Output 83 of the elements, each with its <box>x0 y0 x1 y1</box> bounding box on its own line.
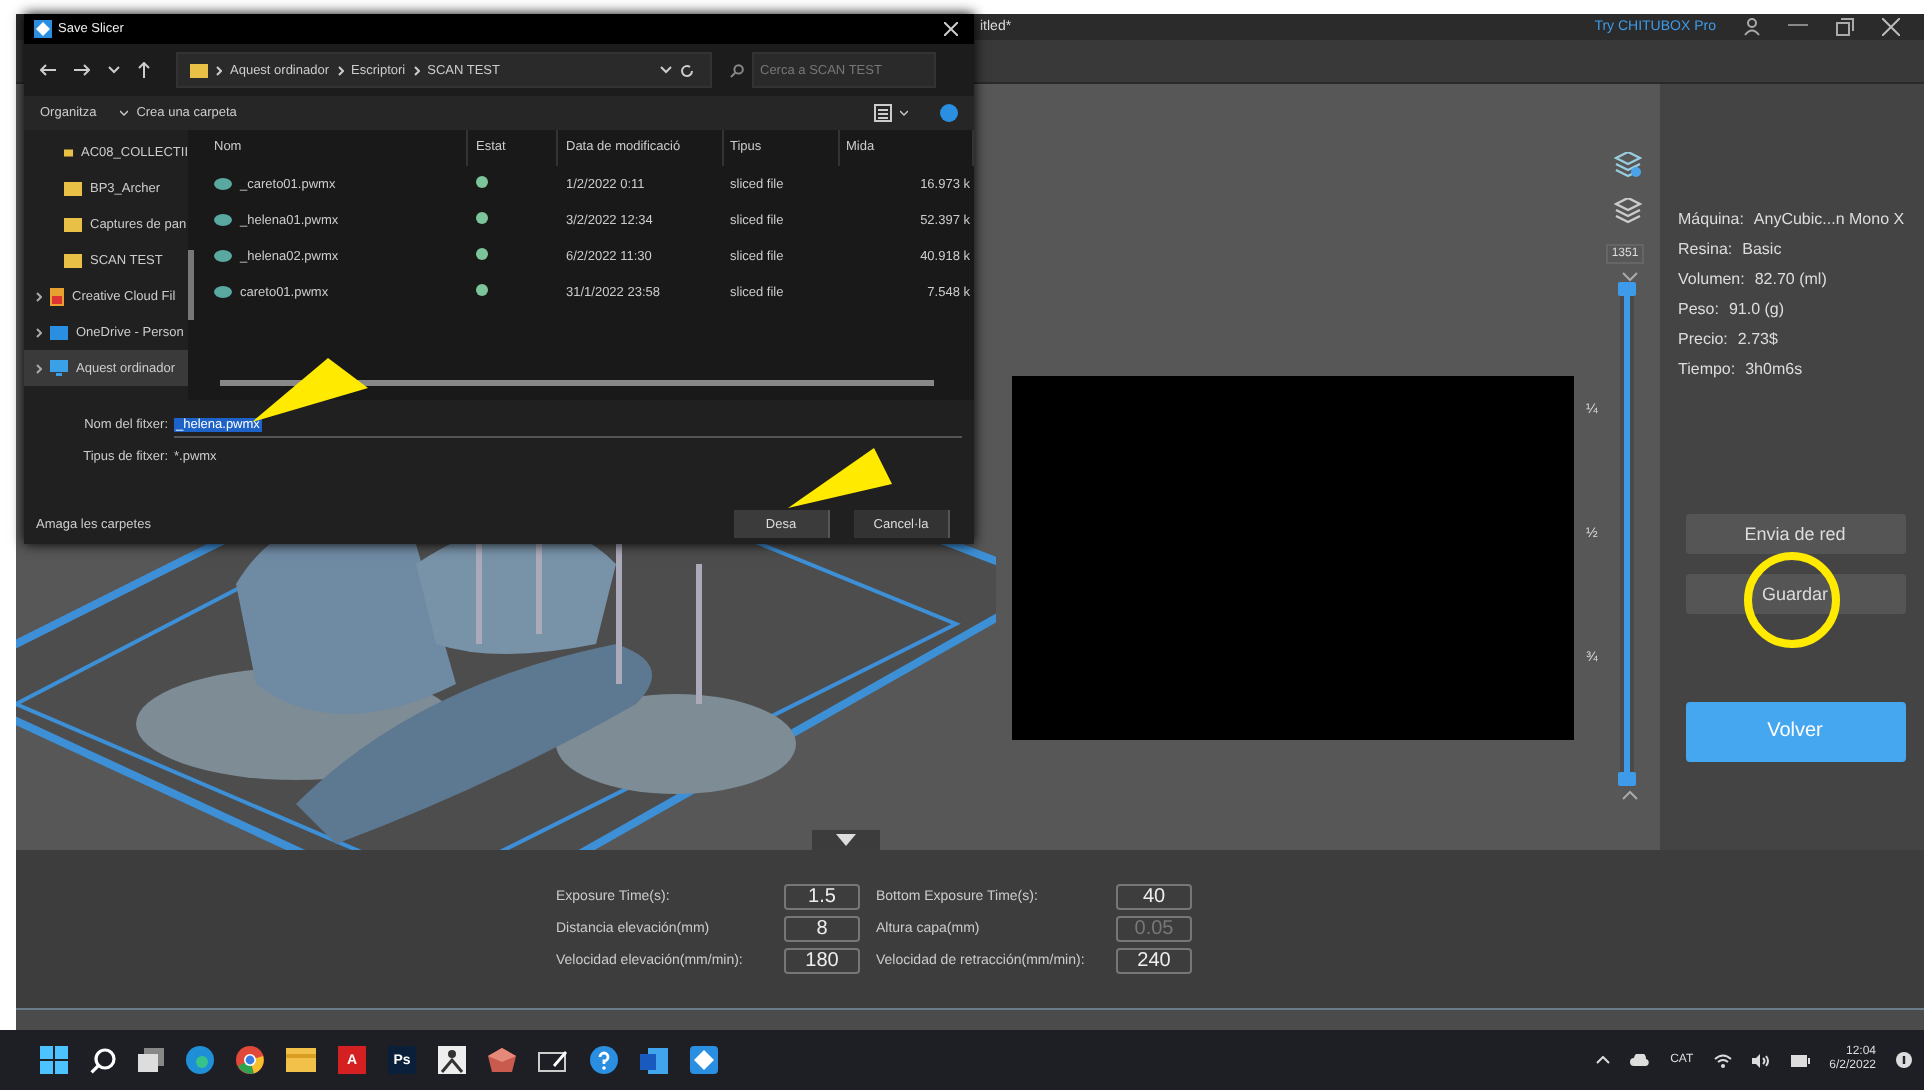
action-button[interactable]: Guardar <box>1685 573 1905 614</box>
forward-arrow-icon[interactable] <box>74 64 90 76</box>
info-value: Basic <box>1742 239 1782 258</box>
view-icon[interactable] <box>874 104 892 122</box>
parameter-field[interactable]: 240 <box>1116 947 1192 974</box>
info-value: 2.73$ <box>1737 329 1778 348</box>
parameter-field[interactable]: 1.5 <box>784 883 860 910</box>
diamond-app-icon[interactable] <box>690 1046 718 1074</box>
triangle-down-icon <box>836 833 856 846</box>
info-value: 3h0m6s <box>1745 359 1803 378</box>
speaker-icon[interactable] <box>1751 1053 1770 1067</box>
slider-handle[interactable] <box>1618 281 1636 296</box>
parameter-field[interactable]: 180 <box>784 947 860 974</box>
document-icon <box>50 287 64 305</box>
check-circle-icon <box>476 284 488 296</box>
document-icon[interactable] <box>640 1047 668 1073</box>
search-icon[interactable] <box>90 1047 116 1073</box>
file-icon <box>214 286 232 298</box>
folder-icon <box>64 217 82 231</box>
task-view-icon[interactable] <box>138 1048 164 1072</box>
scrollbar[interactable] <box>220 380 934 386</box>
chevron-right-icon[interactable] <box>36 327 42 337</box>
close-icon[interactable] <box>1882 17 1900 36</box>
file-icon <box>214 250 232 262</box>
check-circle-icon <box>476 176 488 188</box>
gem-icon[interactable] <box>488 1047 516 1073</box>
help-icon[interactable] <box>590 1046 618 1074</box>
notification-icon[interactable] <box>1896 1052 1912 1068</box>
maximize-icon[interactable] <box>1836 17 1854 36</box>
parameter-field[interactable]: 8 <box>784 915 860 942</box>
cloud-icon[interactable] <box>1630 1054 1651 1066</box>
folder-icon <box>64 181 82 195</box>
caret-icon[interactable] <box>900 110 908 116</box>
up-arrow-icon[interactable] <box>138 62 150 78</box>
info-label: Peso: <box>1678 299 1719 318</box>
info-value: 82.70 (ml) <box>1754 269 1827 288</box>
back-arrow-icon[interactable] <box>40 64 56 76</box>
scrollbar[interactable] <box>188 250 194 320</box>
annotation-arrow <box>252 358 368 422</box>
chevron-right-icon <box>337 65 344 75</box>
check-circle-icon <box>476 248 488 260</box>
slider-handle[interactable] <box>1618 771 1636 786</box>
chevron-down-icon[interactable] <box>660 66 672 74</box>
globe-icon[interactable] <box>186 1046 214 1074</box>
info-value: AnyCubic...n Mono X <box>1753 209 1905 228</box>
action-button[interactable]: Envia de red <box>1685 513 1905 554</box>
file-icon <box>214 214 232 226</box>
wifi-icon[interactable] <box>1713 1053 1732 1067</box>
figure-icon[interactable] <box>438 1046 466 1074</box>
info-label: Máquina: <box>1678 209 1744 228</box>
chevron-right-icon[interactable] <box>36 363 42 373</box>
close-icon[interactable] <box>944 22 958 36</box>
pen-icon[interactable] <box>538 1049 568 1071</box>
info-label: Tiempo: <box>1678 359 1736 378</box>
highlight-circle <box>1744 552 1840 648</box>
chevron-right-icon <box>413 65 420 75</box>
folder-icon <box>64 145 74 159</box>
chevron-right-icon[interactable] <box>36 291 42 301</box>
chevron-right-icon <box>216 65 222 75</box>
refresh-icon[interactable] <box>680 63 694 77</box>
battery-icon[interactable] <box>1789 1053 1810 1067</box>
folder-icon <box>50 325 68 339</box>
collapse-button[interactable] <box>812 829 880 850</box>
caret-icon[interactable] <box>120 110 129 116</box>
annotation-arrow <box>788 448 892 508</box>
app-icon <box>34 20 52 38</box>
user-icon[interactable] <box>1744 17 1760 36</box>
check-circle-icon <box>476 212 488 224</box>
chevron-down-icon[interactable] <box>108 66 120 74</box>
layers-icon[interactable] <box>1613 197 1641 224</box>
start-icon[interactable] <box>40 1046 68 1074</box>
info-label: Precio: <box>1678 329 1728 348</box>
file-icon <box>214 178 232 190</box>
folder-icon <box>64 253 82 267</box>
info-label: Volumen: <box>1678 269 1745 288</box>
parameter-field[interactable]: 40 <box>1116 883 1192 910</box>
info-label: Resina: <box>1678 239 1733 258</box>
folder-icon <box>190 63 208 77</box>
globe-icon[interactable] <box>236 1046 264 1074</box>
minimize-icon[interactable] <box>1788 24 1808 29</box>
layers-icon[interactable] <box>1613 151 1641 178</box>
monitor-icon <box>50 360 68 376</box>
info-value: 91.0 (g) <box>1728 299 1785 318</box>
